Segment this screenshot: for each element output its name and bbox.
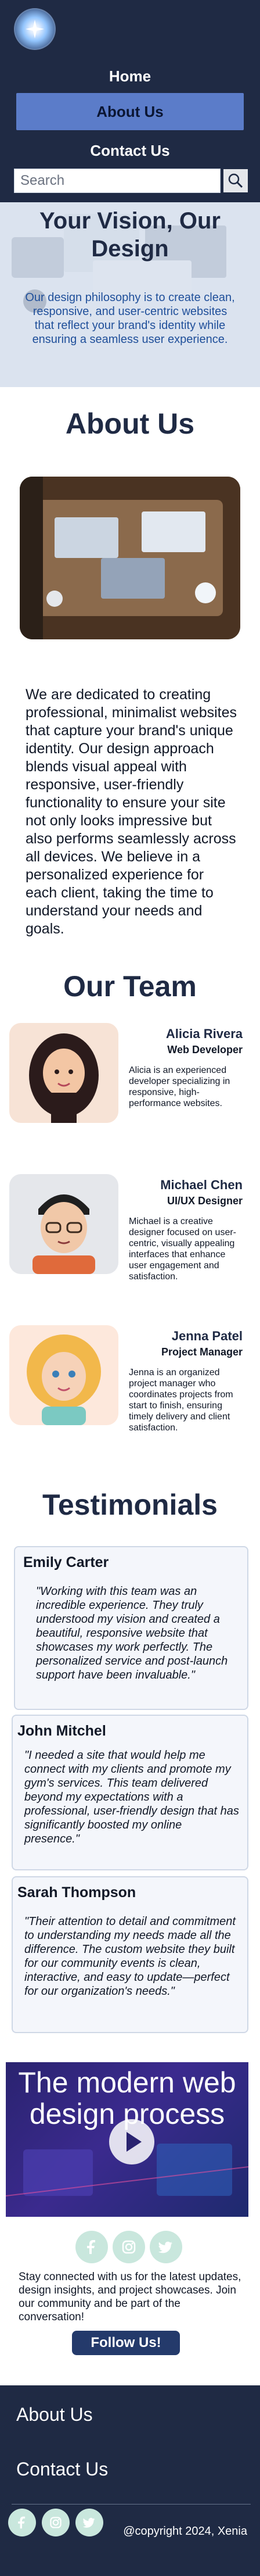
twitter-icon[interactable] [75, 2509, 103, 2536]
testimonials-title: Testimonials [42, 1489, 218, 1521]
member-avatar [9, 1174, 118, 1274]
member-role: Web Developer [167, 1044, 243, 1056]
testimonial-card: Sarah Thompson "Their attention to detai… [12, 1876, 248, 2033]
footer-divider [12, 2504, 251, 2505]
search-bar [14, 169, 248, 193]
member-description: Michael is a creative designer focused o… [129, 1217, 236, 1282]
facebook-icon[interactable] [75, 2231, 108, 2263]
footer-link-contact[interactable]: Contact Us [16, 2459, 108, 2480]
social-description: Stay connected with us for the latest up… [19, 2271, 241, 2323]
hero-description: Our design philosophy is to create clean… [25, 291, 235, 346]
testimonial-card: Emily Carter "Working with this team was… [14, 1546, 248, 1710]
site-footer: About Us Contact Us @copyright 2024, Xen… [0, 2385, 260, 2576]
testimonial-card: John Mitchel "I needed a site that would… [12, 1715, 248, 1870]
testimonial-quote: "Working with this team was an incredibl… [36, 1585, 228, 1681]
member-name: Alicia Rivera [165, 1026, 243, 1041]
hero-section: Your Vision, Our Design Our design philo… [0, 202, 260, 387]
member-name: Michael Chen [160, 1178, 243, 1192]
team-member-card: Michael Chen UI/UX Designer Michael is a… [9, 1174, 253, 1282]
member-avatar [9, 1023, 118, 1123]
hero-title: Your Vision, Our Design [39, 208, 221, 262]
about-description: We are dedicated to creating professiona… [26, 686, 237, 937]
follow-us-button[interactable]: Follow Us! [72, 2331, 180, 2355]
testimonial-author: Sarah Thompson [17, 1884, 136, 1901]
member-avatar [9, 1325, 118, 1425]
instagram-icon[interactable] [113, 2231, 145, 2263]
search-icon [228, 173, 243, 188]
sparkle-icon [26, 20, 44, 38]
team-title: Our Team [63, 970, 197, 1003]
testimonial-quote: "I needed a site that would help me conn… [24, 1749, 239, 1845]
social-links [75, 2231, 186, 2266]
site-logo[interactable] [14, 8, 56, 50]
testimonial-author: Emily Carter [23, 1554, 109, 1570]
footer-social-links [8, 2509, 107, 2541]
team-meeting-image [20, 477, 240, 639]
search-input[interactable] [14, 169, 221, 193]
copyright-text: @copyright 2024, Xenia [123, 2525, 247, 2538]
member-role: Project Manager [161, 1346, 243, 1358]
nav-home[interactable]: Home [0, 67, 260, 85]
member-description: Jenna is an organized project manager wh… [129, 1368, 233, 1433]
instagram-icon[interactable] [42, 2509, 70, 2536]
facebook-icon[interactable] [8, 2509, 36, 2536]
member-name: Jenna Patel [171, 1329, 243, 1343]
testimonial-quote: "Their attention to detail and commitmen… [24, 1915, 236, 1998]
member-role: UI/UX Designer [167, 1195, 243, 1207]
about-title: About Us [65, 407, 195, 440]
twitter-icon[interactable] [150, 2231, 182, 2263]
search-button[interactable] [223, 169, 248, 193]
video-player[interactable]: The modern web design process [6, 2062, 248, 2217]
team-member-card: Alicia Rivera Web Developer Alicia is an… [9, 1023, 253, 1128]
nav-contact-us[interactable]: Contact Us [0, 142, 260, 160]
site-header: Home About Us Contact Us [0, 0, 260, 202]
footer-link-about[interactable]: About Us [16, 2404, 93, 2425]
nav-about-us[interactable]: About Us [16, 93, 244, 130]
play-button[interactable] [109, 2119, 154, 2164]
member-description: Alicia is an experienced developer speci… [129, 1065, 230, 1108]
testimonial-author: John Mitchel [17, 1723, 106, 1739]
team-member-card: Jenna Patel Project Manager Jenna is an … [9, 1325, 253, 1433]
